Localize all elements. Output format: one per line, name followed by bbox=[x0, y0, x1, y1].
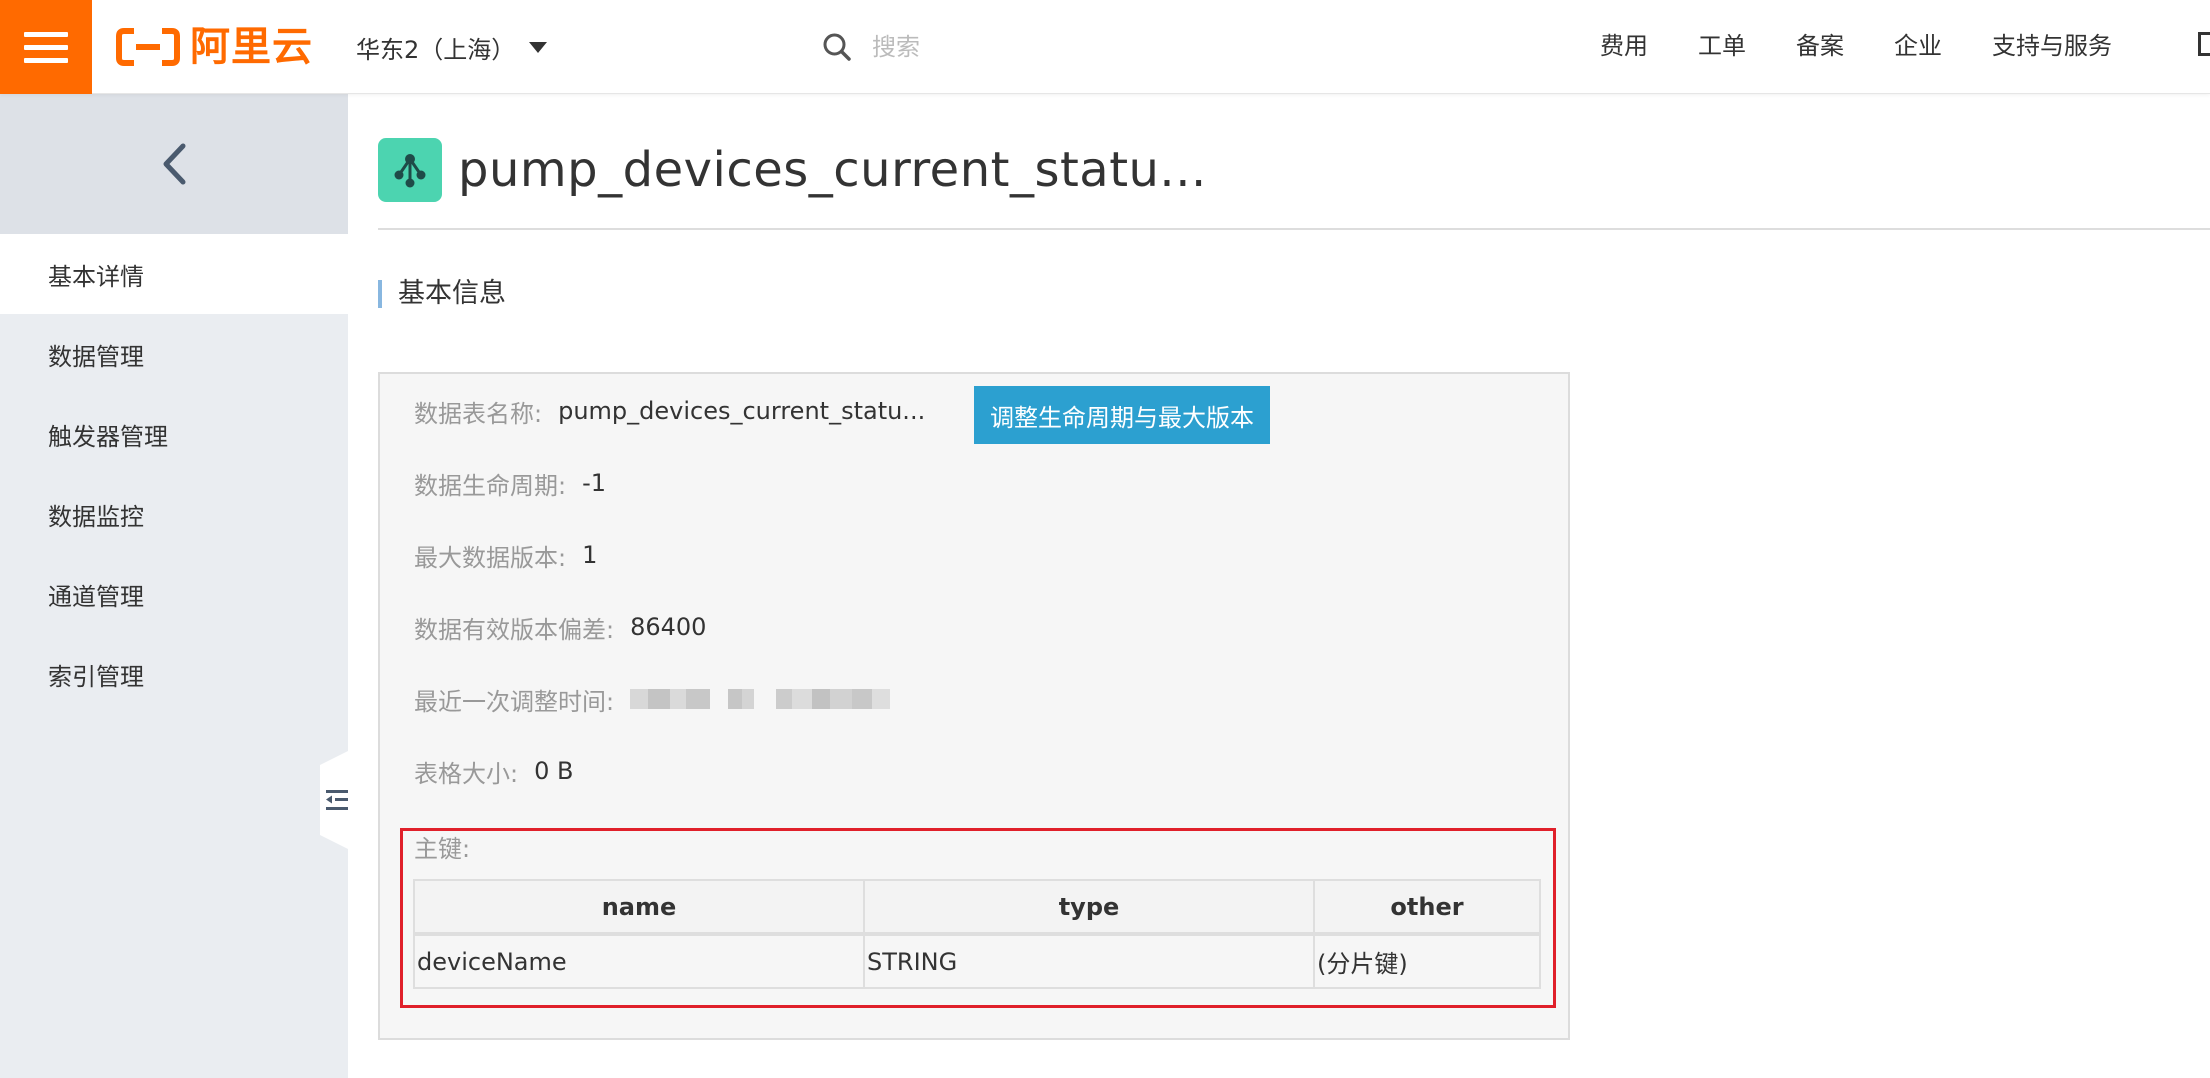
version-deviation-value: 86400 bbox=[630, 613, 707, 641]
sidebar-item-label: 数据监控 bbox=[48, 502, 144, 531]
table-row: deviceName STRING (分片键) bbox=[413, 933, 1541, 989]
info-row-last-modified: 最近一次调整时间: bbox=[414, 682, 891, 716]
sidebar-item-basic-details[interactable]: 基本详情 bbox=[0, 234, 348, 314]
nav-icp-filing[interactable]: 备案 bbox=[1796, 26, 1844, 61]
nav-tickets[interactable]: 工单 bbox=[1698, 26, 1746, 61]
cell-key-type: STRING bbox=[863, 933, 1315, 989]
table-size-label: 表格大小: bbox=[414, 759, 519, 788]
search-bar bbox=[822, 22, 1382, 72]
ttl-label: 数据生命周期: bbox=[414, 471, 567, 500]
section-title: 基本信息 bbox=[378, 280, 506, 308]
back-button[interactable] bbox=[0, 94, 348, 234]
info-row-max-versions: 最大数据版本: 1 bbox=[414, 538, 597, 572]
table-store-icon bbox=[378, 138, 442, 202]
region-label: 华东2（上海） bbox=[356, 35, 516, 64]
info-row-version-deviation: 数据有效版本偏差: 86400 bbox=[414, 610, 706, 644]
column-header-name: name bbox=[413, 879, 865, 936]
column-header-other: other bbox=[1313, 879, 1541, 936]
table-name-value: pump_devices_current_statu... bbox=[558, 397, 926, 425]
main-content: pump_devices_current_statu... 基本信息 调整生命周… bbox=[348, 94, 2210, 1078]
sidebar-item-trigger-management[interactable]: 触发器管理 bbox=[0, 394, 348, 474]
sidebar-item-label: 通道管理 bbox=[48, 582, 144, 611]
sidebar-item-data-monitoring[interactable]: 数据监控 bbox=[0, 474, 348, 554]
info-row-ttl: 数据生命周期: -1 bbox=[414, 466, 606, 500]
logo-text: 阿里云 bbox=[190, 24, 313, 70]
sidebar-item-data-management[interactable]: 数据管理 bbox=[0, 314, 348, 394]
logo[interactable]: 阿里云 bbox=[116, 22, 313, 72]
info-row-table-name: 数据表名称: pump_devices_current_statu... bbox=[414, 394, 925, 428]
adjust-ttl-version-button[interactable]: 调整生命周期与最大版本 bbox=[974, 386, 1270, 444]
sidebar-item-label: 索引管理 bbox=[48, 662, 144, 691]
last-modified-value-redacted bbox=[630, 687, 891, 711]
sidebar-item-label: 数据管理 bbox=[48, 342, 144, 371]
menu-icon[interactable] bbox=[0, 0, 92, 94]
primary-key-highlight-box: 主键: name type other deviceName STRING (分… bbox=[400, 828, 1556, 1008]
search-icon[interactable] bbox=[822, 32, 852, 62]
last-modified-label: 最近一次调整时间: bbox=[414, 687, 615, 716]
search-input[interactable] bbox=[872, 33, 1352, 61]
table-header-row: name type other bbox=[413, 879, 1541, 936]
aliyun-logo-mark-icon bbox=[116, 28, 180, 66]
ttl-value: -1 bbox=[582, 469, 607, 497]
max-versions-label: 最大数据版本: bbox=[414, 543, 567, 572]
table-size-value: 0 B bbox=[534, 757, 574, 785]
nav-support[interactable]: 支持与服务 bbox=[1992, 26, 2112, 61]
collapse-sidebar-button[interactable] bbox=[320, 750, 350, 850]
message-icon[interactable] bbox=[2198, 32, 2210, 56]
nav-enterprise[interactable]: 企业 bbox=[1894, 26, 1942, 61]
divider bbox=[378, 228, 2210, 230]
cell-key-other: (分片键) bbox=[1313, 933, 1541, 989]
sidebar: 基本详情 数据管理 触发器管理 数据监控 通道管理 索引管理 bbox=[0, 94, 350, 1078]
page-title: pump_devices_current_statu... bbox=[458, 142, 1207, 198]
top-navbar: 阿里云 华东2（上海） 费用 工单 备案 企业 支持与服务 bbox=[0, 0, 2210, 94]
basic-info-panel: 调整生命周期与最大版本 数据表名称: pump_devices_current_… bbox=[378, 372, 1570, 1040]
info-row-table-size: 表格大小: 0 B bbox=[414, 754, 573, 788]
top-nav: 费用 工单 备案 企业 支持与服务 bbox=[1600, 20, 2162, 66]
primary-key-table: name type other deviceName STRING (分片键) bbox=[413, 879, 1541, 989]
sidebar-item-index-management[interactable]: 索引管理 bbox=[0, 634, 348, 714]
column-header-type: type bbox=[863, 879, 1315, 936]
page-header: pump_devices_current_statu... bbox=[378, 138, 1207, 202]
sidebar-item-label: 触发器管理 bbox=[48, 422, 168, 451]
chevron-down-icon bbox=[529, 41, 548, 53]
nav-billing[interactable]: 费用 bbox=[1600, 26, 1648, 61]
primary-key-label: 主键: bbox=[414, 835, 471, 863]
sidebar-item-tunnel-management[interactable]: 通道管理 bbox=[0, 554, 348, 634]
collapse-sidebar-icon bbox=[326, 790, 348, 810]
max-versions-value: 1 bbox=[582, 541, 598, 569]
region-selector[interactable]: 华东2（上海） bbox=[356, 24, 548, 70]
version-deviation-label: 数据有效版本偏差: bbox=[414, 615, 615, 644]
sidebar-item-label: 基本详情 bbox=[48, 262, 144, 291]
back-arrow-icon bbox=[163, 143, 186, 185]
cell-key-name: deviceName bbox=[413, 933, 865, 989]
table-name-label: 数据表名称: bbox=[414, 399, 543, 428]
